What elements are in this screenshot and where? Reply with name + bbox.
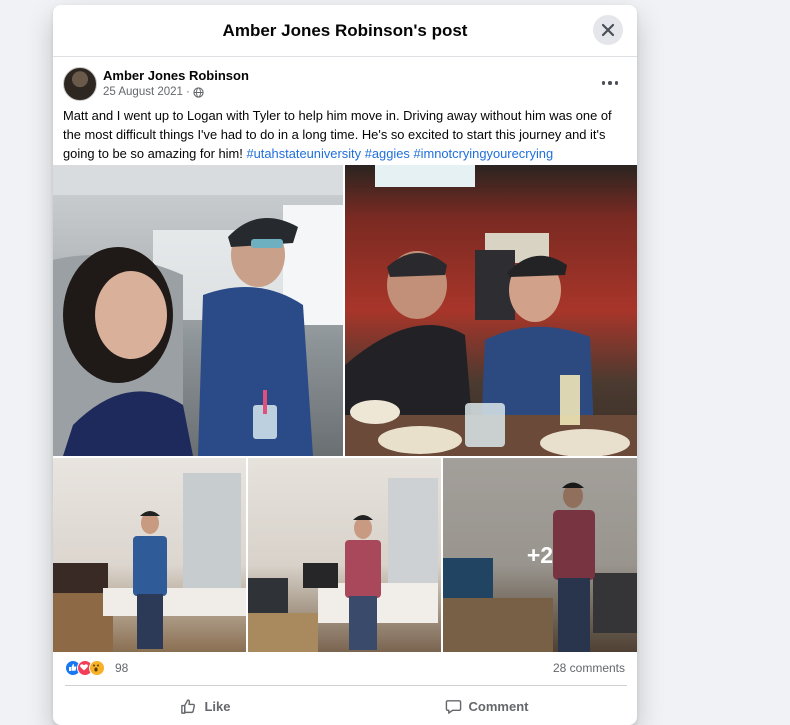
post-text: Matt and I went up to Logan with Tyler t…	[63, 106, 629, 163]
post-modal: Amber Jones Robinson's post Amber Jones …	[53, 5, 637, 725]
photo-restaurant[interactable]	[345, 165, 637, 456]
comment-button[interactable]: Comment	[346, 686, 627, 725]
photo-more-overlay[interactable]: +2	[443, 458, 637, 652]
hashtag-link[interactable]: #imnotcryingyourecrying	[413, 146, 553, 161]
hashtag-link[interactable]: #aggies	[365, 146, 410, 161]
photo-dorm-room[interactable]	[53, 458, 246, 652]
comment-count[interactable]: 28 comments	[553, 661, 625, 675]
more-photos-count: +2	[526, 542, 554, 568]
post-actions: Like Comment	[65, 685, 627, 725]
reaction-icons[interactable]	[65, 660, 105, 676]
like-label: Like	[204, 698, 231, 714]
comment-label: Comment	[468, 698, 529, 714]
avatar[interactable]	[63, 67, 97, 101]
post-date[interactable]: 25 August 2021	[103, 86, 183, 98]
meta-separator: ·	[185, 86, 190, 98]
reactions-summary: 98 28 comments	[65, 655, 627, 681]
more-options-icon	[601, 81, 606, 85]
close-icon	[601, 23, 615, 37]
like-button[interactable]: Like	[65, 686, 346, 725]
modal-title: Amber Jones Robinson's post	[222, 20, 468, 40]
wow-reaction-icon	[89, 660, 105, 676]
post-meta: 25 August 2021 ·	[103, 86, 204, 98]
thumbs-up-icon	[181, 698, 196, 714]
globe-icon	[193, 86, 204, 98]
comment-bubble-icon	[445, 699, 461, 714]
reaction-count[interactable]: 98	[115, 661, 128, 675]
hashtag-link[interactable]: #utahstateuniversity	[246, 146, 361, 161]
photo-dorm-desk[interactable]	[248, 458, 441, 652]
author-name[interactable]: Amber Jones Robinson	[103, 68, 249, 83]
photo-car-selfie[interactable]	[53, 165, 343, 456]
more-options-button[interactable]	[599, 73, 621, 93]
post-header: Amber Jones Robinson 25 August 2021 ·	[63, 67, 627, 101]
close-button[interactable]	[593, 15, 623, 45]
modal-header: Amber Jones Robinson's post	[53, 5, 637, 57]
